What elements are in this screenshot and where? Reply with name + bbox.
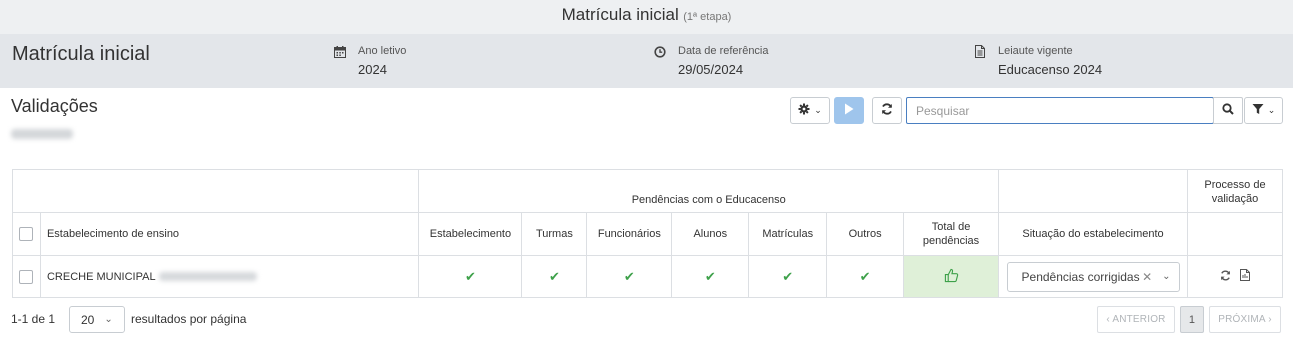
col-header-establishment[interactable]: Estabelecimento de ensino [39,212,420,256]
establishment-cell: CRECHE MUNICIPAL [39,255,420,298]
funcionarios-status-cell: ✔ [586,255,673,298]
col-header-outros[interactable]: Outros [826,212,905,256]
col-header-funcionarios[interactable]: Funcionários [586,212,673,256]
chevron-down-icon: ⌄ [104,314,113,325]
col-header-matriculas[interactable]: Matrículas [748,212,828,256]
current-page-button[interactable]: 1 [1180,306,1204,333]
processo-validacao-header: Processo de validação [1187,169,1283,213]
table-group-header-row: Pendências com o Educacenso Processo de … [11,169,1283,213]
validations-table: Pendências com o Educacenso Processo de … [11,169,1283,298]
row-checkbox[interactable] [19,269,34,284]
calendar-icon [334,45,348,59]
ano-letivo-value: 2024 [358,62,387,77]
empty-header-cell [998,169,1188,213]
leiaute-label: Leiaute vigente [998,45,1073,57]
col-header-turmas[interactable]: Turmas [521,212,588,256]
select-all-cell [12,212,41,256]
page-heading: Matrícula inicial [561,5,679,24]
top-title-bar: Matrícula inicial (1ª etapa) [0,0,1293,34]
thumbs-up-icon [944,268,959,286]
refresh-icon [881,103,893,118]
report-icon[interactable] [1240,269,1251,284]
page-size-value: 20 [81,312,95,327]
check-icon: ✔ [859,268,871,284]
blurred-subtitle [11,129,73,139]
leiaute-value: Educacenso 2024 [998,62,1103,77]
play-button[interactable] [834,97,864,124]
total-status-cell [903,255,1000,298]
search-icon [1222,103,1234,118]
table-row[interactable]: CRECHE MUNICIPAL ✔ ✔ ✔ ✔ ✔ ✔ Pendências … [12,255,1283,298]
clock-icon [654,45,668,59]
check-icon: ✔ [464,268,476,284]
situacao-select[interactable]: Pendências corrigidas ✕ ⌄ [1006,261,1180,292]
data-referencia-value: 29/05/2024 [678,62,744,77]
process-actions-cell [1187,255,1283,298]
situacao-selected-value: Pendências corrigidas [1021,269,1140,284]
document-icon [974,45,988,59]
settings-dropdown-button[interactable]: ⌄ [790,97,830,124]
ano-letivo-label: Ano letivo [358,45,407,57]
next-page-button[interactable]: PRÓXIMA › [1209,306,1281,333]
chevron-down-icon: ⌄ [814,105,822,115]
chevron-down-icon: ⌄ [1162,271,1171,282]
page-size-select[interactable]: 20 ⌄ [69,306,125,333]
page-title: Matrícula inicial [12,43,150,65]
info-bar: Matrícula inicial Ano letivo 2024 Data d… [0,34,1293,88]
section-title: Validações [11,96,98,116]
alunos-status-cell: ✔ [671,255,750,298]
page-heading-subtitle: (1ª etapa) [683,11,732,23]
per-page-label: resultados por página [131,312,247,326]
check-icon: ✔ [548,268,560,284]
data-referencia-label: Data de referência [678,45,769,57]
check-icon: ✔ [623,268,635,284]
filter-icon [1252,103,1264,118]
pendencias-group-header: Pendências com o Educacenso [418,169,1000,213]
table-header-row: Estabelecimento de ensino Estabeleciment… [12,212,1283,256]
blurred-establishment-name [158,272,257,282]
matriculas-status-cell: ✔ [748,255,828,298]
play-icon [844,103,854,118]
col-header-total[interactable]: Total de pendências [903,212,1000,256]
col-header-situacao[interactable]: Situação do estabelecimento [998,212,1188,256]
results-count: 1-1 de 1 [11,312,56,326]
clear-icon[interactable]: ✕ [1142,270,1152,284]
estabelecimento-status-cell: ✔ [418,255,523,298]
previous-page-button[interactable]: ‹ ANTERIOR [1097,306,1175,333]
establishment-name: CRECHE MUNICIPAL [46,270,156,283]
turmas-status-cell: ✔ [521,255,588,298]
col-header-alunos[interactable]: Alunos [671,212,750,256]
search-button[interactable] [1213,97,1243,124]
search-input[interactable] [906,97,1214,124]
check-icon: ✔ [782,268,794,284]
situacao-cell: Pendências corrigidas ✕ ⌄ [998,255,1188,298]
row-select-cell [12,255,41,298]
empty-header-cell [11,169,420,213]
check-icon: ✔ [704,268,716,284]
chevron-down-icon: ⌄ [1267,105,1276,115]
refresh-button[interactable] [872,97,902,124]
select-all-checkbox[interactable] [19,227,34,241]
refresh-icon[interactable] [1220,269,1231,284]
gear-icon [798,103,810,118]
filter-dropdown-button[interactable]: ⌄ [1244,97,1283,124]
col-header-process-empty [1187,212,1283,256]
outros-status-cell: ✔ [826,255,905,298]
col-header-estabelecimento[interactable]: Estabelecimento [418,212,523,256]
